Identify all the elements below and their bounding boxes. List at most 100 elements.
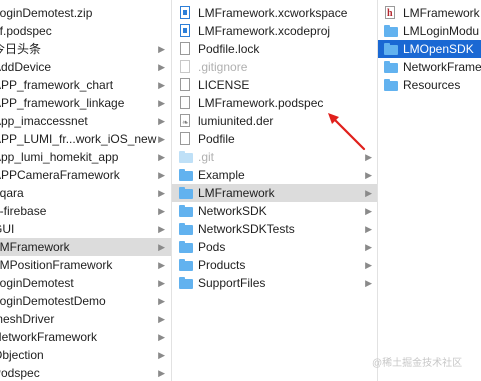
- chevron-right-icon: ▶: [365, 278, 372, 288]
- document-icon: [179, 60, 192, 74]
- chevron-right-icon: ▶: [158, 350, 165, 360]
- chevron-right-icon: ▶: [158, 134, 165, 144]
- file-row[interactable]: Example ▶: [172, 166, 378, 184]
- parent-folder-row[interactable]: Lf.podspec: [0, 22, 171, 40]
- file-row-label: lumiunited.der: [198, 114, 274, 128]
- subfolder-row[interactable]: LMLoginModu: [378, 22, 481, 40]
- file-row[interactable]: LMFramework ▶: [172, 184, 378, 202]
- parent-folder-row[interactable]: APPCameraFramework ▶: [0, 166, 171, 184]
- parent-folder-row-label: LMPositionFramework: [0, 258, 113, 272]
- file-row-label: SupportFiles: [198, 276, 266, 290]
- file-row[interactable]: NetworkSDK ▶: [172, 202, 378, 220]
- watermark: @稀土掘金技术社区: [372, 358, 463, 369]
- chevron-right-icon: ▶: [158, 368, 165, 378]
- document-icon: [179, 78, 192, 92]
- subfolder-row[interactable]: LMOpenSDK: [378, 40, 481, 58]
- parent-folder-row[interactable]: App_lumi_homekit_app ▶: [0, 148, 171, 166]
- chevron-right-icon: ▶: [365, 206, 372, 216]
- file-row[interactable]: LMFramework.xcworkspace: [172, 4, 378, 22]
- red-arrow-icon: [328, 113, 366, 151]
- file-row[interactable]: Pods ▶: [172, 238, 378, 256]
- parent-folder-row[interactable]: AddDevice ▶: [0, 58, 171, 76]
- folder-icon: [384, 24, 398, 38]
- chevron-right-icon: ▶: [158, 62, 165, 72]
- parent-folder-row[interactable]: LMPositionFramework ▶: [0, 256, 171, 274]
- chevron-right-icon: ▶: [158, 188, 165, 198]
- file-row[interactable]: LICENSE: [172, 76, 378, 94]
- chevron-right-icon: ▶: [365, 260, 372, 270]
- file-row-label: .gitignore: [198, 60, 248, 74]
- subfolder-row[interactable]: NetworkFrame: [378, 58, 481, 76]
- parent-folder-row-label: aqara: [0, 186, 24, 200]
- parent-folder-row[interactable]: LoginDemotest ▶: [0, 274, 171, 292]
- file-row-label: LMFramework: [198, 186, 275, 200]
- subfolder-row-label: Resources: [403, 78, 461, 92]
- parent-folder-row[interactable]: APP_LUMI_fr...work_iOS_new ▶: [0, 130, 171, 148]
- subfolder-row-label: LMFramework: [403, 6, 480, 20]
- parent-folder-row-label: LoginDemotest: [0, 276, 74, 290]
- parent-folder-row[interactable]: APP_framework_chart ▶: [0, 76, 171, 94]
- folder-icon: [179, 204, 193, 218]
- document-icon: [179, 42, 192, 56]
- parent-folder-row[interactable]: meshDriver ▶: [0, 310, 171, 328]
- parent-folder-row[interactable]: aqara ▶: [0, 184, 171, 202]
- file-row[interactable]: .gitignore: [172, 58, 378, 76]
- subfolder-row-label: LMLoginModu: [403, 24, 480, 38]
- column-parent-folders: LoginDemotest.zipLf.podspec今日头条▶AddDevic…: [0, 0, 171, 381]
- file-row-label: Pods: [198, 240, 226, 254]
- folder-icon: [179, 276, 193, 290]
- parent-folder-row[interactable]: LoginDemotestDemo ▶: [0, 292, 171, 310]
- parent-folder-row-label: g-firebase: [0, 204, 47, 218]
- parent-folder-row-label: APP_LUMI_fr...work_iOS_new: [0, 132, 157, 146]
- folder-icon: [179, 168, 193, 182]
- parent-folder-row-label: NetworkFramework: [0, 330, 98, 344]
- parent-folder-row[interactable]: 今日头条 ▶: [0, 40, 171, 58]
- parent-folder-row[interactable]: Podspec ▶: [0, 364, 171, 381]
- subfolder-row[interactable]: Resources: [378, 76, 481, 94]
- parent-folder-row[interactable]: App_imaccessnet ▶: [0, 112, 171, 130]
- parent-folder-row[interactable]: NetworkFramework ▶: [0, 328, 171, 346]
- chevron-right-icon: ▶: [365, 188, 372, 198]
- file-row[interactable]: Podfile.lock: [172, 40, 378, 58]
- parent-folder-row-label: GUI: [0, 222, 15, 236]
- parent-folder-row[interactable]: LoginDemotest.zip: [0, 4, 171, 22]
- chevron-right-icon: ▶: [158, 224, 165, 234]
- file-row[interactable]: NetworkSDKTests ▶: [172, 220, 378, 238]
- parent-folder-row-label: APPCameraFramework: [0, 168, 120, 182]
- parent-folder-row-label: meshDriver: [0, 312, 55, 326]
- file-row-label: Example: [198, 168, 245, 182]
- parent-folder-row-label: Objection: [0, 348, 44, 362]
- file-row[interactable]: LMFramework.podspec: [172, 94, 378, 112]
- parent-folder-row-label: AddDevice: [0, 60, 52, 74]
- chevron-right-icon: ▶: [158, 98, 165, 108]
- parent-folder-row[interactable]: Objection ▶: [0, 346, 171, 364]
- subfolder-row[interactable]: LMFramework: [378, 4, 481, 23]
- file-row[interactable]: LMFramework.xcodeproj: [172, 22, 378, 40]
- parent-folder-row[interactable]: GUI ▶: [0, 220, 171, 238]
- file-row-label: LMFramework.xcworkspace: [198, 6, 348, 20]
- chevron-right-icon: ▶: [158, 206, 165, 216]
- file-row-label: Products: [198, 258, 246, 272]
- document-icon: [179, 132, 192, 146]
- file-row-label: NetworkSDK: [198, 204, 267, 218]
- chevron-right-icon: ▶: [158, 152, 165, 162]
- chevron-right-icon: ▶: [158, 242, 165, 252]
- parent-folder-row[interactable]: APP_framework_linkage ▶: [0, 94, 171, 112]
- parent-folder-row[interactable]: LMFramework ▶: [0, 238, 171, 256]
- parent-folder-row[interactable]: g-firebase ▶: [0, 202, 171, 220]
- chevron-right-icon: ▶: [158, 314, 165, 324]
- chevron-right-icon: ▶: [158, 80, 165, 90]
- parent-folder-row-label: LoginDemotest.zip: [0, 6, 93, 20]
- chevron-right-icon: ▶: [158, 170, 165, 180]
- chevron-right-icon: ▶: [158, 260, 165, 270]
- parent-folder-row-label: App_lumi_homekit_app: [0, 150, 119, 164]
- file-row[interactable]: SupportFiles ▶: [172, 274, 378, 292]
- folder-icon: [179, 240, 193, 254]
- chevron-right-icon: ▶: [158, 278, 165, 288]
- xcodeproj-icon: [179, 24, 192, 38]
- subfolder-row-label: NetworkFrame: [403, 60, 481, 74]
- chevron-right-icon: ▶: [365, 170, 372, 180]
- file-row[interactable]: Products ▶: [172, 256, 378, 274]
- subfolder-row-label: LMOpenSDK: [403, 42, 474, 56]
- certificate-icon: [179, 114, 192, 132]
